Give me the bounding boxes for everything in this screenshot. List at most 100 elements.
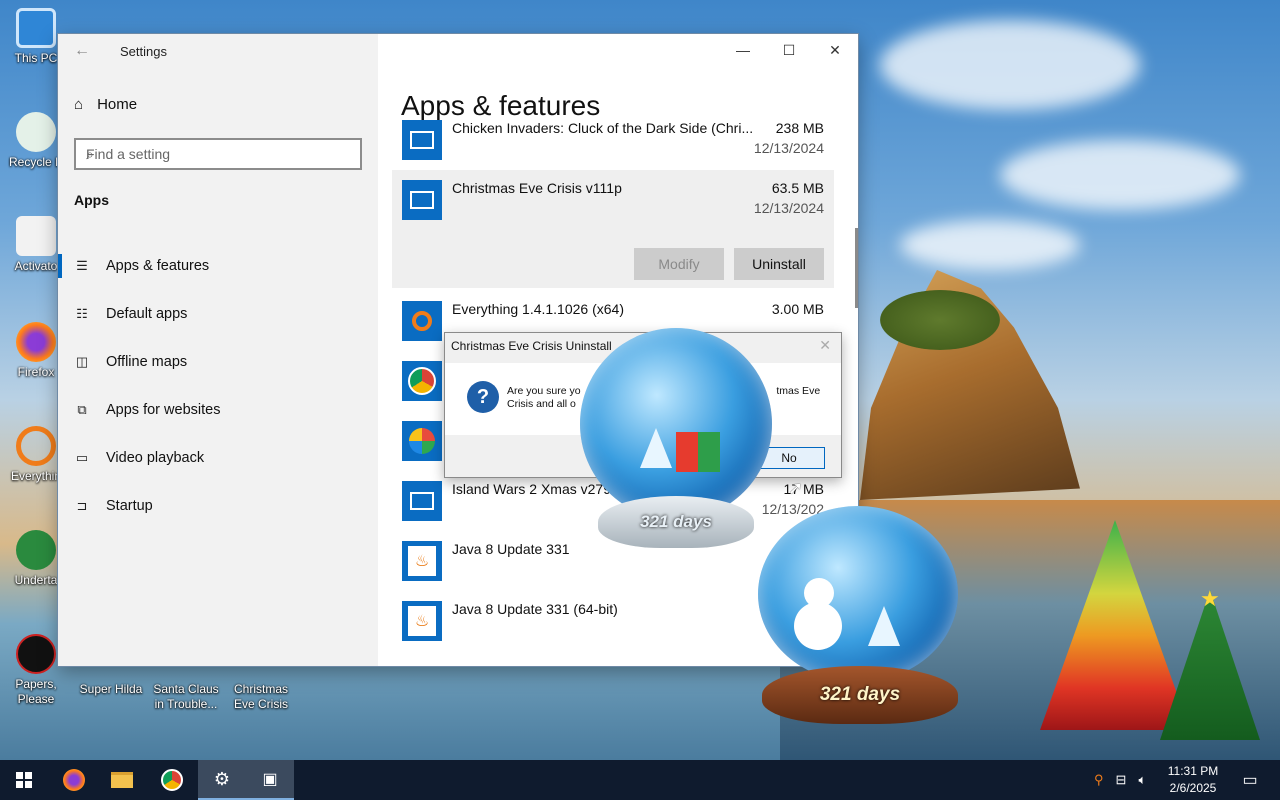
link-icon: ⧉ — [77, 402, 87, 417]
home-nav-item[interactable]: ⌂ Home — [74, 96, 137, 113]
snow-globe-presents — [580, 328, 772, 520]
installer-icon — [402, 421, 442, 461]
taskbar: ⚙ ▣ ⚲ ⊟ 🔈︎ 11:31 PM 2/6/2025 ▭ — [0, 760, 1280, 800]
desktop-icon-label: Christmas Eve Crisis — [233, 682, 288, 711]
settings-nav: ☰ Apps & features ☷ Default apps ◫ Offli… — [58, 242, 378, 530]
system-tray: ⚲ ⊟ 🔈︎ — [1094, 760, 1146, 800]
everything-tray-icon[interactable]: ⚲ — [1094, 772, 1104, 788]
list-icon: ☰ — [76, 258, 88, 273]
presents-decoration — [676, 432, 720, 472]
recycle-bin-icon — [16, 112, 56, 152]
app-row[interactable]: Chicken Invaders: Cluck of the Dark Side… — [392, 120, 834, 164]
home-icon: ⌂ — [74, 96, 84, 113]
wallpaper-rock-grass — [880, 290, 1000, 350]
start-button[interactable] — [0, 760, 48, 800]
scrollbar[interactable] — [855, 228, 858, 308]
app-name: Island Wars 2 Xmas v279c — [452, 481, 618, 497]
modify-button[interactable]: Modify — [634, 248, 724, 280]
java-icon: ♨ — [402, 601, 442, 641]
dialog-message-start: Are you sure yo — [507, 385, 581, 397]
dialog-title: Christmas Eve Crisis Uninstall — [451, 339, 612, 353]
settings-sidebar: ← Settings ⌂ Home Find a setting ⌕ Apps … — [58, 34, 378, 666]
maximize-icon[interactable]: ☐ — [766, 34, 812, 66]
snow-globe-snowman — [758, 506, 958, 682]
nav-item-default-apps[interactable]: ☷ Default apps — [58, 290, 378, 338]
notifications-button[interactable]: ▭ — [1230, 760, 1270, 800]
caption-buttons: — ☐ ✕ — [720, 34, 858, 66]
search-input[interactable]: Find a setting ⌕ — [74, 138, 362, 170]
nav-item-startup[interactable]: ⊐ Startup — [58, 482, 378, 530]
minimize-icon[interactable]: — — [720, 34, 766, 66]
back-arrow-icon[interactable]: ← — [74, 42, 90, 60]
nav-item-offline-maps[interactable]: ◫ Offline maps — [58, 338, 378, 386]
taskbar-uninstaller[interactable]: ▣ — [246, 760, 294, 800]
installer-icon: ▣ — [262, 771, 278, 788]
app-name: Chicken Invaders: Cluck of the Dark Side… — [452, 120, 752, 136]
snowy-tree-decoration — [868, 606, 900, 646]
app-name: Everything 1.4.1.1026 (x64) — [452, 301, 624, 317]
clock[interactable]: 11:31 PM 2/6/2025 — [1158, 763, 1228, 797]
java-icon: ♨ — [402, 541, 442, 581]
nav-label: Video playback — [106, 450, 205, 466]
everything-icon — [402, 301, 442, 341]
undertale-icon — [16, 530, 56, 570]
taskbar-chrome[interactable] — [148, 760, 196, 800]
nav-item-video-playback[interactable]: ▭ Video playback — [58, 434, 378, 482]
app-name: Christmas Eve Crisis v111p — [452, 180, 622, 196]
app-size: 3.00 MB — [771, 301, 824, 317]
desktop-icon-label: Papers, Please — [15, 677, 57, 706]
app-row-selected[interactable]: Christmas Eve Crisis v111p 63.5 MB 12/13… — [392, 170, 834, 288]
section-heading: Apps — [74, 192, 109, 208]
days-counter-bottom: 321 days — [819, 684, 901, 705]
uninstall-button[interactable]: Uninstall — [734, 248, 824, 280]
star-icon: ★ — [1200, 586, 1220, 611]
nav-label: Startup — [106, 498, 153, 514]
app-size: 63.5 MB — [771, 180, 824, 196]
question-icon: ? — [467, 381, 499, 413]
close-icon[interactable]: ✕ — [812, 34, 858, 66]
desktop-icon-santa-claus[interactable]: Santa Claus in Trouble... — [150, 682, 222, 712]
window-app-icon — [402, 120, 442, 160]
days-counter-top: 321 days — [640, 512, 712, 531]
nav-label: Offline maps — [106, 354, 188, 370]
clock-time: 11:31 PM — [1167, 764, 1219, 778]
volume-icon[interactable]: 🔈︎ — [1138, 772, 1146, 788]
globe-base-bottom: 321 days — [762, 666, 958, 724]
firefox-icon — [16, 322, 56, 362]
home-label: Home — [97, 96, 138, 113]
firefox-icon — [63, 769, 85, 791]
chrome-icon — [402, 361, 442, 401]
taskbar-settings[interactable]: ⚙ — [198, 760, 246, 800]
page-title: Apps & features — [401, 90, 601, 121]
app-date: 12/13/2024 — [753, 140, 824, 156]
wallpaper-cloud — [880, 20, 1140, 110]
nav-label: Apps for websites — [106, 402, 221, 418]
dialog-message-end: tmas Eve — [776, 385, 821, 397]
app-size: 238 MB — [775, 120, 824, 136]
taskbar-firefox[interactable] — [50, 760, 98, 800]
desktop-icon-label: Santa Claus in Trouble... — [153, 682, 219, 711]
taskbar-file-explorer[interactable] — [98, 760, 146, 800]
app-name: Java 8 Update 331 (64-bit) — [452, 601, 618, 617]
nav-label: Default apps — [106, 306, 188, 322]
computer-icon — [16, 8, 56, 48]
video-icon: ▭ — [75, 450, 89, 465]
desktop-icon-christmas-eve-crisis[interactable]: Christmas Eve Crisis — [225, 682, 297, 712]
nav-item-apps-features[interactable]: ☰ Apps & features — [58, 242, 378, 290]
dialog-close-icon[interactable]: ✕ — [819, 337, 831, 354]
network-icon[interactable]: ⊟ — [1116, 772, 1127, 788]
globe-base-top: 321 days — [598, 496, 754, 548]
search-icon: ⌕ — [86, 146, 94, 162]
window-title: Settings — [120, 44, 167, 59]
papers-please-icon — [16, 634, 56, 674]
desktop-icon-super-hilda[interactable]: Super Hilda — [75, 682, 147, 697]
window-app-icon — [402, 481, 442, 521]
snowman-head — [804, 578, 834, 608]
snowy-tree-decoration — [640, 428, 672, 468]
nav-item-apps-for-websites[interactable]: ⧉ Apps for websites — [58, 386, 378, 434]
chrome-icon — [161, 769, 183, 791]
notification-icon: ▭ — [1242, 772, 1258, 789]
clock-date: 2/6/2025 — [1169, 781, 1217, 795]
folder-icon — [111, 772, 133, 788]
default-apps-icon: ☷ — [76, 306, 88, 321]
